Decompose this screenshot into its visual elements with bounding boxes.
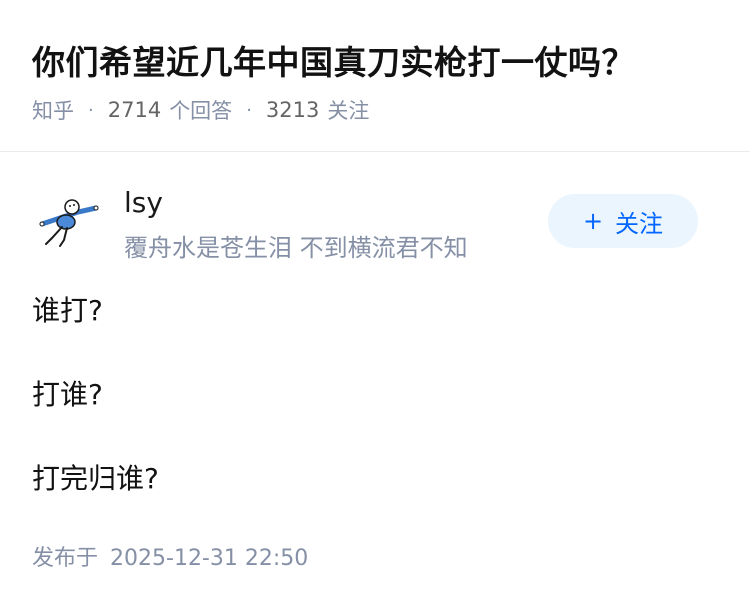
author-info: lsy 覆舟水是苍生泪 不到横流君不知 + 关注 [0,178,750,268]
author-bio: 覆舟水是苍生泪 不到横流君不知 [124,234,468,262]
cartoon-figure-icon [39,199,99,247]
follow-button[interactable]: + 关注 [548,194,698,248]
separator-dot: · [88,99,94,121]
answer-paragraph: 打完归谁? [32,462,159,495]
question-title[interactable]: 你们希望近几年中国真刀实枪打一仗吗？ [32,36,635,84]
answer-paragraph: 谁打? [32,294,103,327]
publish-label: 发布于 [32,546,99,571]
follow-button-label: 关注 [615,209,664,238]
publish-datetime[interactable]: 2025-12-31 22:50 [110,546,308,571]
follow-count-label: 关注 [327,99,370,123]
answer-count: 2714 [107,98,162,122]
author-name[interactable]: lsy [124,186,163,219]
question-meta: 知乎 · 2714 个回答 · 3213 关注 [32,95,369,125]
follow-count: 3213 [265,98,320,122]
question-header: 你们希望近几年中国真刀实枪打一仗吗？ 知乎 · 2714 个回答 · 3213 … [0,0,750,152]
answer-paragraph: 打谁? [32,378,103,411]
publish-info: 发布于 2025-12-31 22:50 [32,540,308,572]
plus-icon: + [582,207,604,235]
separator-dot: · [246,99,252,121]
source-label[interactable]: 知乎 [32,95,74,125]
answer-count-label[interactable]: 个回答 [169,95,232,125]
avatar[interactable] [38,194,100,248]
